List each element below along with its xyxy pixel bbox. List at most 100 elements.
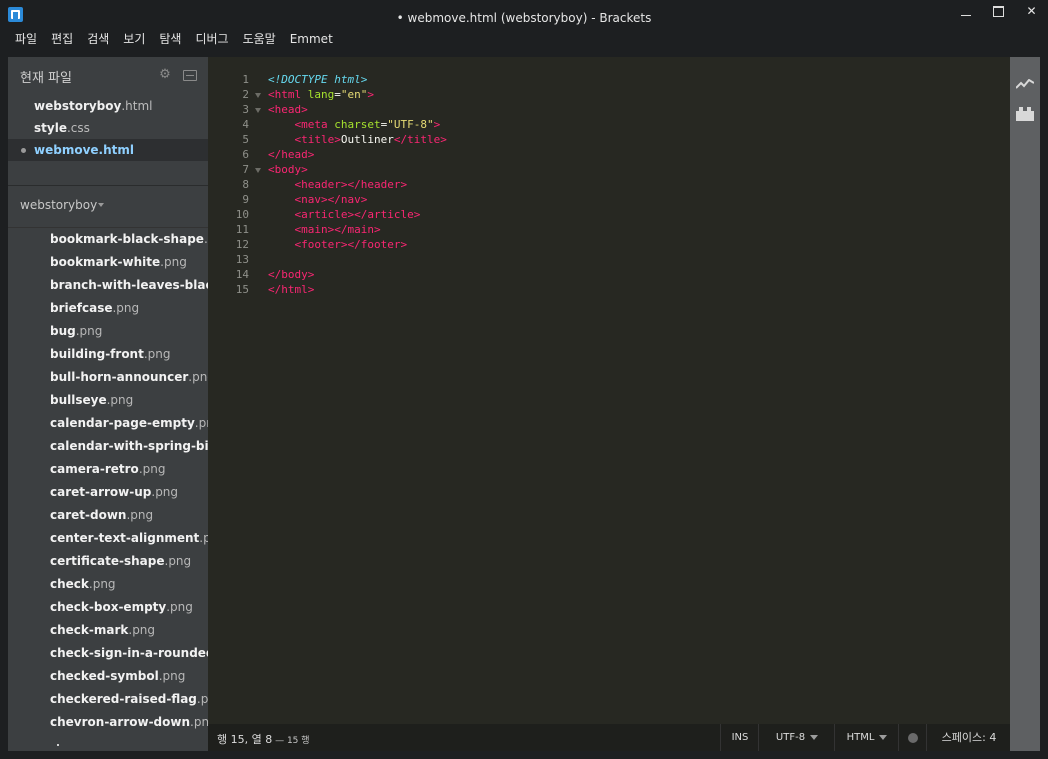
split-view-icon[interactable] <box>183 70 197 81</box>
code-token: Outliner <box>340 133 394 146</box>
project-header[interactable]: webstoryboy <box>8 185 208 226</box>
line-number: 9 <box>242 193 249 206</box>
caret-down-icon[interactable] <box>98 203 104 207</box>
line-number: 13 <box>235 253 249 266</box>
code-token: <!DOCTYPE html> <box>268 73 368 86</box>
code-line[interactable]: <meta charset="UTF-8"> <box>268 118 441 131</box>
caret-down-icon <box>879 734 888 740</box>
file-tree-item[interactable]: calendar-page-empty.png <box>8 412 208 435</box>
maximize-button[interactable] <box>982 0 1015 22</box>
file-tree-item[interactable]: caret-arrow-up.png <box>8 481 208 504</box>
file-tree-item[interactable]: check.png <box>8 573 208 596</box>
file-tree-item[interactable]: briefcase.png <box>8 297 208 320</box>
code-line[interactable]: <footer></footer> <box>268 238 408 251</box>
live-preview-icon[interactable] <box>1016 79 1034 89</box>
code-line[interactable]: <head> <box>268 103 308 116</box>
code-editor[interactable]: 1 2 3 4 5 6 7 8 9 10 11 12 13 14 15 <!DOCTYPE html> <ht… <box>208 57 1010 724</box>
file-tree-item[interactable]: bull-horn-announcer.png <box>8 366 208 389</box>
code-line[interactable]: </body> <box>268 268 314 281</box>
code-line[interactable]: <article></article> <box>268 208 421 221</box>
menu-item-4[interactable]: 탐색 <box>152 28 188 50</box>
encoding-select[interactable]: UTF-8 <box>758 724 835 751</box>
code-line[interactable]: <header></header> <box>268 178 408 191</box>
file-name: checked-symbol <box>50 669 159 683</box>
minimize-button[interactable] <box>949 0 982 22</box>
file-tree-item[interactable]: bookmark-black-shape.png <box>8 228 208 251</box>
working-file-item[interactable]: webmove.html <box>8 139 208 161</box>
menu-bar: 파일 편집 검색 보기 탐색 디버그 도움말 Emmet <box>0 28 340 50</box>
file-ext: .png <box>164 554 192 568</box>
menu-item-7[interactable]: Emmet <box>283 28 340 50</box>
cursor-position[interactable]: 행 15, 열 8 — 15 행 <box>217 731 310 747</box>
file-tree-item[interactable]: checked-symbol.png <box>8 665 208 688</box>
insert-mode-toggle[interactable]: INS <box>720 724 759 751</box>
working-file-ext: .css <box>66 121 90 135</box>
title-bar: • webmove.html (webstoryboy) - Brackets … <box>0 0 1048 30</box>
gear-icon[interactable]: ⚙ <box>159 68 171 81</box>
file-ext: .png <box>188 370 208 384</box>
line-number: 7 <box>242 163 249 176</box>
project-title[interactable]: webstoryboy <box>20 198 97 212</box>
file-name: building-front <box>50 347 144 361</box>
working-files-header: 현재 파일 ⚙ <box>8 57 208 93</box>
code-line[interactable]: </head> <box>268 148 314 161</box>
line-number: 5 <box>242 133 249 146</box>
file-tree-item[interactable]: building-front.png <box>8 343 208 366</box>
code-line[interactable]: <nav></nav> <box>268 193 368 206</box>
language-select[interactable]: HTML <box>834 724 899 751</box>
menu-item-1[interactable]: 편집 <box>44 28 80 50</box>
working-file-item[interactable]: webstoryboy.html <box>8 95 208 117</box>
file-name: certificate-shape <box>50 554 165 568</box>
file-tree-item[interactable]: branch-with-leaves-black-s <box>8 274 208 297</box>
code-token: > <box>433 118 441 131</box>
file-name: calendar-with-spring-binde <box>50 439 208 453</box>
file-tree-item[interactable]: certificate-shape.png <box>8 550 208 573</box>
file-ext: .png <box>88 577 116 591</box>
file-tree-item[interactable]: check-box-empty.png <box>8 596 208 619</box>
menu-item-0[interactable]: 파일 <box>0 28 44 50</box>
file-tree-item[interactable]: check-mark.png <box>8 619 208 642</box>
file-name: bookmark-black-shape <box>50 232 204 246</box>
file-tree-item[interactable]: checkered-raised-flag.png <box>8 688 208 711</box>
code-token: <meta <box>294 118 335 131</box>
line-number: 1 <box>242 73 249 86</box>
fold-toggle-icon[interactable] <box>255 108 261 113</box>
file-ext: .png <box>166 600 193 614</box>
menu-item-5[interactable]: 디버그 <box>188 28 235 50</box>
indent-settings[interactable]: 스페이스: 4 <box>926 724 1011 751</box>
linter-status[interactable] <box>898 724 927 751</box>
menu-item-6[interactable]: 도움말 <box>236 28 283 50</box>
file-name: branch-with-leaves-black-s <box>50 278 208 292</box>
code-line[interactable]: <body> <box>268 163 308 176</box>
code-line[interactable]: <title>Outliner</title> <box>268 133 447 146</box>
working-files-title: 현재 파일 <box>20 71 72 86</box>
file-tree-item[interactable]: camera-retro.png <box>8 458 208 481</box>
line-number-gutter: 1 2 3 4 5 6 7 8 9 10 11 12 13 14 15 <box>208 57 268 724</box>
file-ext: .png <box>112 301 140 315</box>
working-file-item[interactable]: style.css <box>8 117 208 139</box>
file-tree-item[interactable]: caret-down.png <box>8 504 208 527</box>
menu-item-3[interactable]: 보기 <box>116 28 152 50</box>
file-tree-item[interactable]: bookmark-white.png <box>8 251 208 274</box>
menu-item-2[interactable]: 검색 <box>80 28 116 50</box>
file-tree-item[interactable]: bug.png <box>8 320 208 343</box>
code-line[interactable]: </html> <box>268 283 314 296</box>
code-token: </title> <box>393 133 447 146</box>
file-tree-item[interactable]: center-text-alignment.png <box>8 527 208 550</box>
extensions-icon[interactable] <box>1016 107 1034 121</box>
code-line[interactable]: <!DOCTYPE html> <box>268 73 367 86</box>
fold-toggle-icon[interactable] <box>255 168 261 173</box>
right-toolbar <box>1010 57 1040 751</box>
code-line[interactable]: <main></main> <box>268 223 381 236</box>
line-number: 2 <box>242 88 249 101</box>
code-line[interactable]: <html lang="en"> <box>268 88 374 101</box>
file-tree-item[interactable]: bullseye.png <box>8 389 208 412</box>
file-tree-item[interactable]: check-sign-in-a-rounded-bl <box>8 642 208 665</box>
file-name: checkered-raised-flag <box>50 692 197 706</box>
file-name: center-text-alignment <box>50 531 200 545</box>
file-ext: .png <box>196 692 208 706</box>
file-tree-item[interactable]: chevron-arrow-down.png <box>8 711 208 734</box>
file-tree-item[interactable]: calendar-with-spring-binde <box>8 435 208 458</box>
fold-toggle-icon[interactable] <box>255 93 261 98</box>
close-button[interactable]: ✕ <box>1015 0 1048 22</box>
